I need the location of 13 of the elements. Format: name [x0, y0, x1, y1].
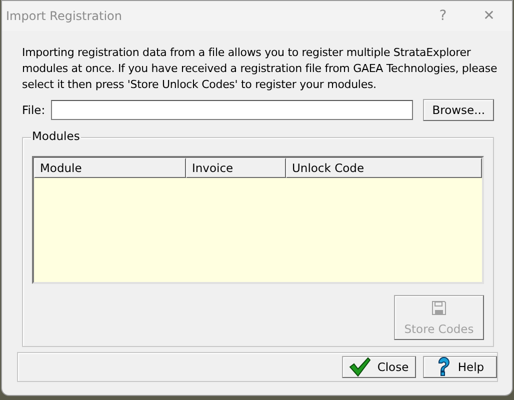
intro-text: Importing registration data from a file allows you to register multiple StrataExplorer modules at once. If you have received a registration file from GAEA Technologies, please select it then press 'Store Unlock Codes' to register your modules.: [22, 45, 498, 93]
check-mark-icon: [349, 357, 372, 377]
column-header[interactable]: Unlock Code: [286, 158, 482, 178]
column-header[interactable]: Module: [34, 158, 186, 178]
help-button[interactable]: Help: [423, 356, 497, 378]
file-path-field[interactable]: [51, 100, 414, 120]
close-button[interactable]: Close: [342, 356, 416, 378]
browse-button[interactable]: Browse...: [423, 99, 494, 121]
window-title: Import Registration: [6, 9, 122, 23]
column-header[interactable]: Invoice: [186, 158, 286, 178]
field-label: File:: [22, 103, 46, 117]
group-title: Modules: [31, 129, 81, 143]
question-mark-icon: [436, 357, 452, 377]
